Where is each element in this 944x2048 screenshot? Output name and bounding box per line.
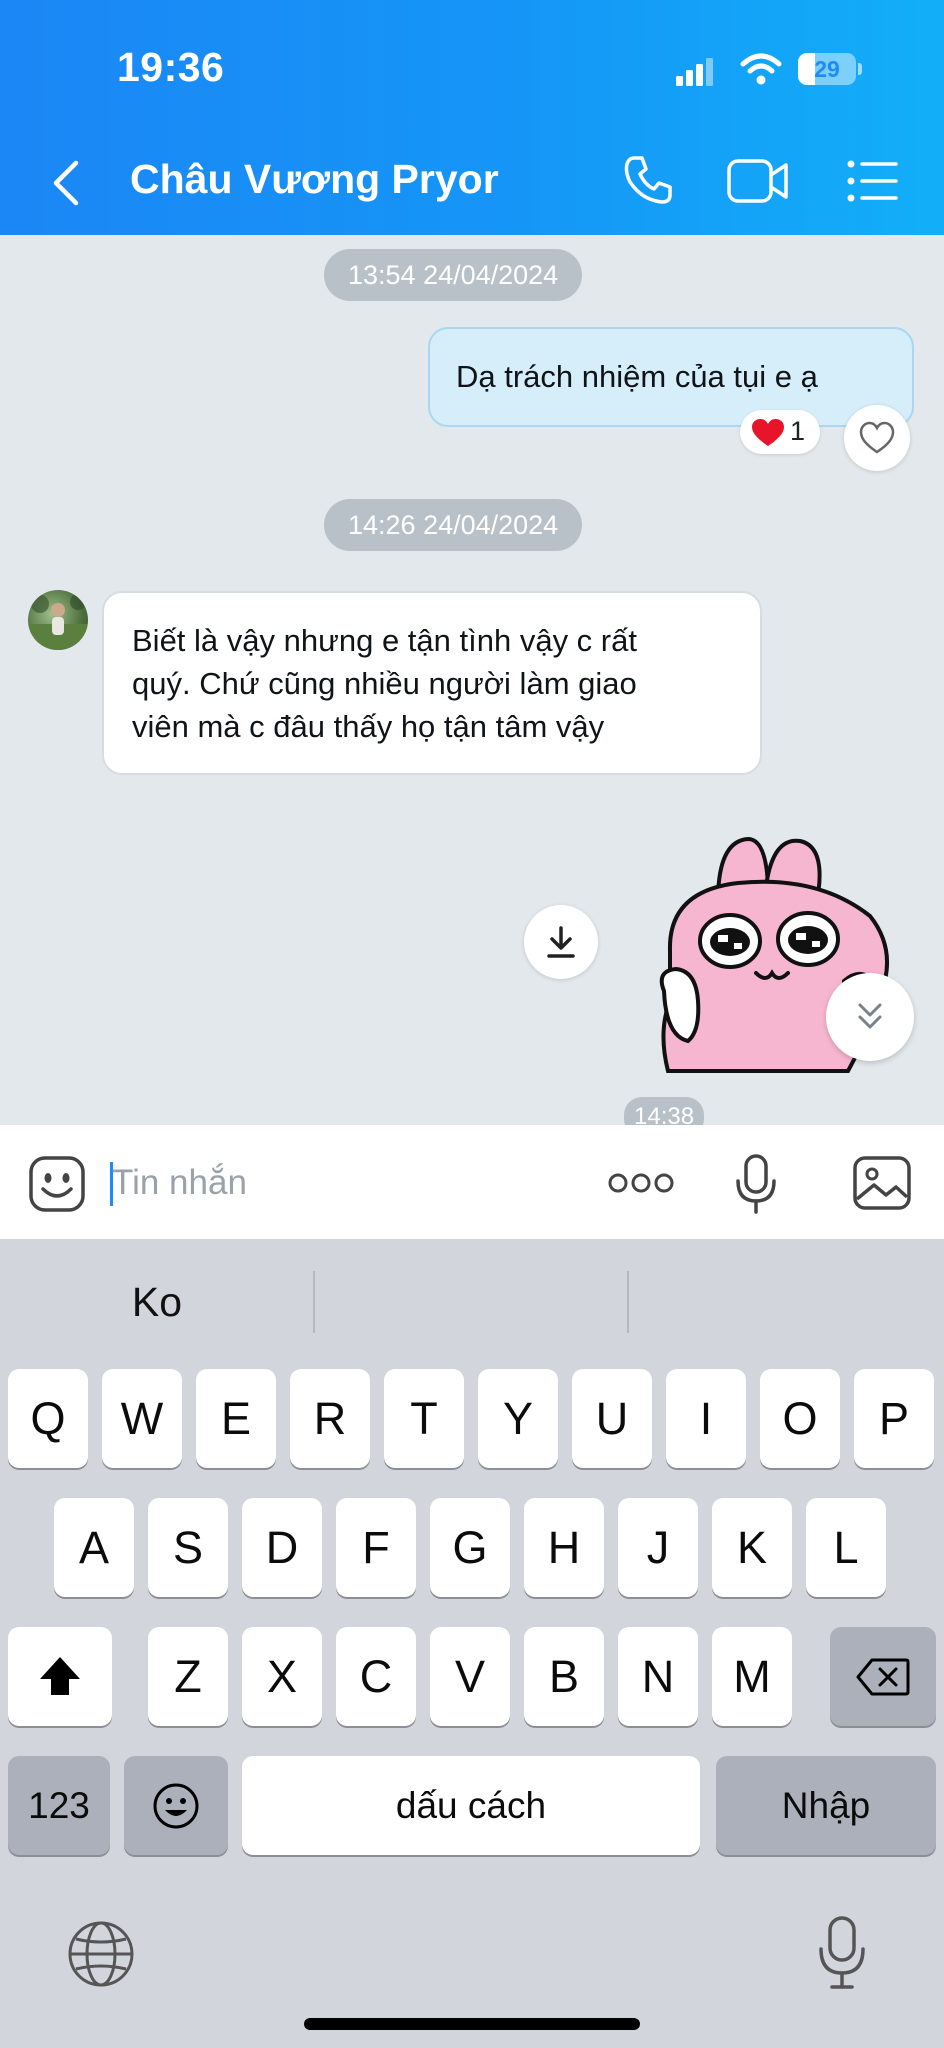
key-x[interactable]: X — [242, 1627, 322, 1726]
avatar[interactable] — [28, 590, 88, 650]
react-button[interactable] — [844, 405, 910, 471]
space-bar[interactable]: dấu cách — [242, 1756, 700, 1855]
more-options-icon[interactable] — [608, 1169, 674, 1197]
key-v[interactable]: V — [430, 1627, 510, 1726]
key-r[interactable]: R — [290, 1369, 370, 1468]
microphone-icon[interactable] — [734, 1153, 778, 1215]
back-arrow-icon[interactable] — [44, 155, 94, 211]
key-s[interactable]: S — [148, 1498, 228, 1597]
message-line: viên mà c đâu thấy họ tận tâm vậy — [132, 709, 605, 744]
globe-icon[interactable] — [66, 1919, 136, 1989]
contact-name[interactable]: Châu Vương Pryor — [130, 156, 499, 203]
key-u[interactable]: U — [572, 1369, 652, 1468]
key-a[interactable]: A — [54, 1498, 134, 1597]
message-input-bar — [0, 1125, 944, 1239]
key-y[interactable]: Y — [478, 1369, 558, 1468]
heart-outline-icon — [859, 421, 895, 454]
reaction-count: 1 — [790, 416, 806, 446]
video-call-icon[interactable] — [726, 157, 790, 205]
key-g[interactable]: G — [430, 1498, 510, 1597]
backspace-icon — [856, 1658, 910, 1696]
battery-indicator: 29 — [798, 53, 862, 85]
dictation-mic-icon[interactable] — [816, 1915, 868, 1991]
numbers-key[interactable]: 123 — [8, 1756, 110, 1855]
message-time: 14:38 — [624, 1097, 705, 1125]
suggestion-item[interactable] — [629, 1239, 943, 1365]
outgoing-message[interactable]: Dạ trách nhiệm của tụi e ạ — [428, 327, 914, 427]
home-indicator[interactable] — [304, 2018, 640, 2030]
key-m[interactable]: M — [712, 1627, 792, 1726]
key-q[interactable]: Q — [8, 1369, 88, 1468]
heart-reaction-icon — [752, 419, 784, 446]
suggestion-item[interactable] — [315, 1239, 629, 1365]
key-k[interactable]: K — [712, 1498, 792, 1597]
suggestion-item[interactable]: Ko — [0, 1239, 314, 1365]
message-input[interactable] — [112, 1155, 572, 1211]
download-icon — [547, 926, 575, 958]
shift-icon — [40, 1657, 80, 1695]
download-sticker-button[interactable] — [524, 905, 598, 979]
delete-key[interactable] — [830, 1627, 936, 1726]
return-key[interactable]: Nhập — [716, 1756, 936, 1855]
message-line: quý. Chứ cũng nhiều người làm giao — [132, 666, 637, 701]
key-h[interactable]: H — [524, 1498, 604, 1597]
menu-list-icon[interactable] — [846, 158, 898, 204]
incoming-message[interactable]: Biết là vậy nhưng e tận tình vậy c rất q… — [102, 591, 762, 775]
status-time: 19:36 — [117, 44, 225, 90]
wifi-icon — [740, 53, 782, 85]
avatar-photo — [28, 594, 88, 650]
scroll-to-bottom-button[interactable] — [826, 973, 914, 1061]
key-l[interactable]: L — [806, 1498, 886, 1597]
key-t[interactable]: T — [384, 1369, 464, 1468]
timestamp-divider: 13:54 24/04/2024 — [324, 249, 583, 301]
key-f[interactable]: F — [336, 1498, 416, 1597]
key-i[interactable]: I — [666, 1369, 746, 1468]
reaction-badge[interactable]: 1 — [740, 410, 820, 454]
battery-level: 29 — [814, 56, 840, 82]
message-line: Biết là vậy nhưng e tận tình vậy c rất — [132, 623, 637, 658]
timestamp-divider: 14:26 24/04/2024 — [324, 499, 583, 551]
key-w[interactable]: W — [102, 1369, 182, 1468]
key-b[interactable]: B — [524, 1627, 604, 1726]
cellular-signal-icon — [676, 58, 713, 86]
key-n[interactable]: N — [618, 1627, 698, 1726]
key-z[interactable]: Z — [148, 1627, 228, 1726]
keyboard: Ko Q W E R T Y U I O P A S D F G H J K L… — [0, 1239, 944, 2048]
phone-call-icon[interactable] — [620, 152, 676, 208]
message-list[interactable]: 13:54 24/04/2024 Dạ trách nhiệm của tụi … — [0, 235, 944, 1125]
key-p[interactable]: P — [854, 1369, 934, 1468]
emoji-key[interactable] — [124, 1756, 228, 1855]
key-c[interactable]: C — [336, 1627, 416, 1726]
emoji-icon — [153, 1783, 199, 1829]
key-j[interactable]: J — [618, 1498, 698, 1597]
double-chevron-down-icon — [858, 1003, 882, 1029]
image-gallery-icon[interactable] — [852, 1155, 912, 1211]
suggestion-bar: Ko — [0, 1239, 944, 1365]
key-o[interactable]: O — [760, 1369, 840, 1468]
key-e[interactable]: E — [196, 1369, 276, 1468]
sticker-emoji-icon[interactable] — [28, 1155, 86, 1213]
chat-header: 19:36 29 Châu Vương Pryor — [0, 0, 944, 235]
shift-key[interactable] — [8, 1627, 112, 1726]
key-d[interactable]: D — [242, 1498, 322, 1597]
